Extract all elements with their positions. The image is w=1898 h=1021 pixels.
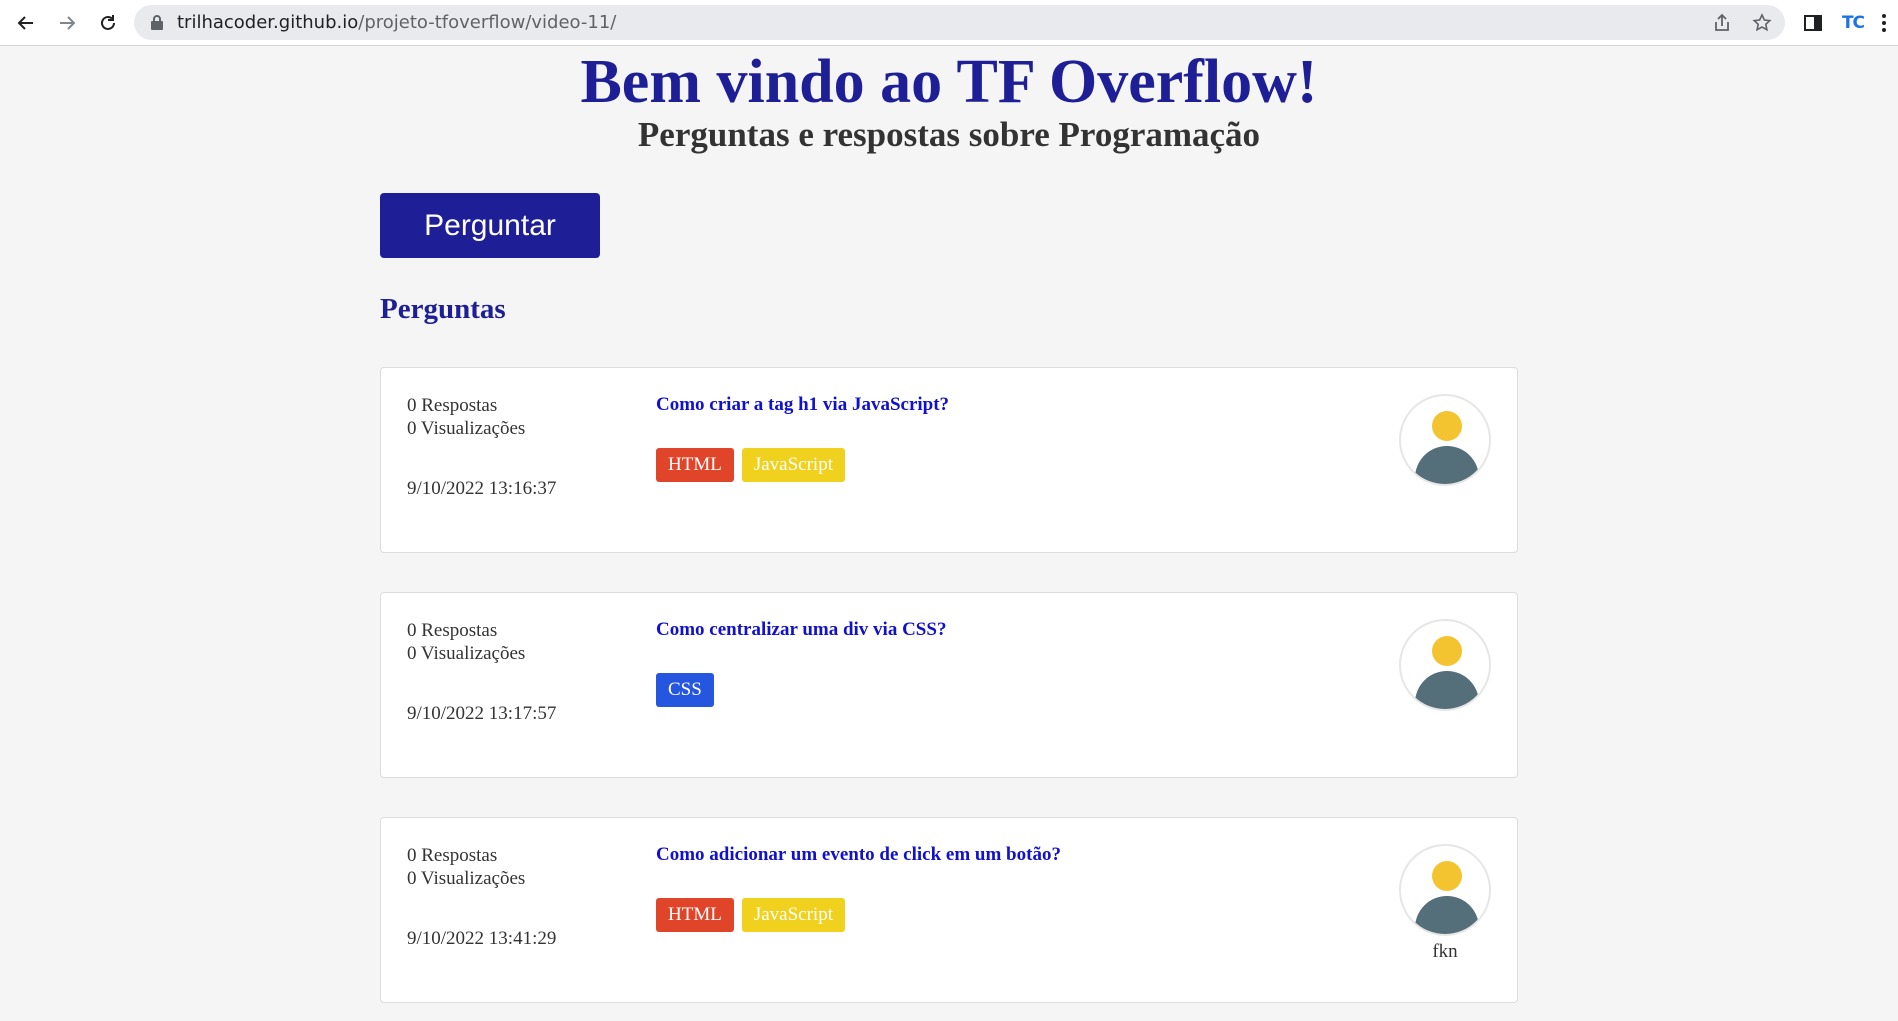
url-path: /projeto-tfoverflow/video-11/ [358,12,617,33]
tag-javascript[interactable]: JavaScript [741,898,845,932]
questions-section-title: Perguntas [380,293,506,325]
question-card: 0 Respostas 0 Visualizações 9/10/2022 13… [380,817,1518,1003]
page-subtitle: Perguntas e respostas sobre Programação [637,115,1261,154]
user-avatar-icon [1399,844,1491,936]
tag-html[interactable]: HTML [656,898,734,932]
address-bar[interactable]: trilhacoder.github.io/projeto-tfoverflow… [134,5,1785,40]
tag-javascript[interactable]: JavaScript [741,448,845,482]
bookmark-star-icon[interactable] [1752,13,1772,33]
reload-icon[interactable] [94,9,122,37]
side-panel-icon[interactable] [1799,9,1827,37]
lock-icon [151,15,163,30]
views-count: 0 Visualizações [407,418,526,439]
user-avatar-icon [1399,619,1491,711]
browser-toolbar: trilhacoder.github.io/projeto-tfoverflow… [0,0,1898,46]
answers-count: 0 Respostas [407,620,498,641]
back-arrow-icon[interactable] [12,9,40,37]
answers-count: 0 Respostas [407,395,498,416]
question-stats: 0 Respostas 0 Visualizações [407,619,525,665]
url-host: trilhacoder.github.io [177,12,359,33]
user-avatar-icon [1399,394,1491,486]
tag-html[interactable]: HTML [656,448,734,482]
question-stats: 0 Respostas 0 Visualizações [407,394,525,440]
question-date: 9/10/2022 13:41:29 [407,928,557,949]
answers-count: 0 Respostas [407,845,498,866]
extension-tc-icon[interactable]: TC [1839,9,1867,37]
question-tags: HTML JavaScript [656,898,845,932]
question-title-link[interactable]: Como centralizar uma div via CSS? [656,619,946,641]
views-count: 0 Visualizações [407,643,526,664]
username: fkn [1432,941,1458,962]
browser-menu-icon[interactable] [1870,9,1898,37]
question-date: 9/10/2022 13:16:37 [407,478,557,499]
question-card: 0 Respostas 0 Visualizações 9/10/2022 13… [380,592,1518,778]
question-date: 9/10/2022 13:17:57 [407,703,557,724]
views-count: 0 Visualizações [407,868,526,889]
question-card: 0 Respostas 0 Visualizações 9/10/2022 13… [380,367,1518,553]
ask-question-button[interactable]: Perguntar [380,193,600,258]
share-icon[interactable] [1712,13,1732,33]
question-title-link[interactable]: Como adicionar um evento de click em um … [656,844,1061,866]
question-stats: 0 Respostas 0 Visualizações [407,844,525,890]
tag-css[interactable]: CSS [656,673,714,707]
url-text: trilhacoder.github.io/projeto-tfoverflow… [177,5,616,40]
question-title-link[interactable]: Como criar a tag h1 via JavaScript? [656,394,949,416]
forward-arrow-icon[interactable] [53,9,81,37]
question-tags: HTML JavaScript [656,448,845,482]
extension-tc-label: TC [1841,13,1865,33]
page-title: Bem vindo ao TF Overflow! [580,48,1318,116]
question-tags: CSS [656,673,714,707]
